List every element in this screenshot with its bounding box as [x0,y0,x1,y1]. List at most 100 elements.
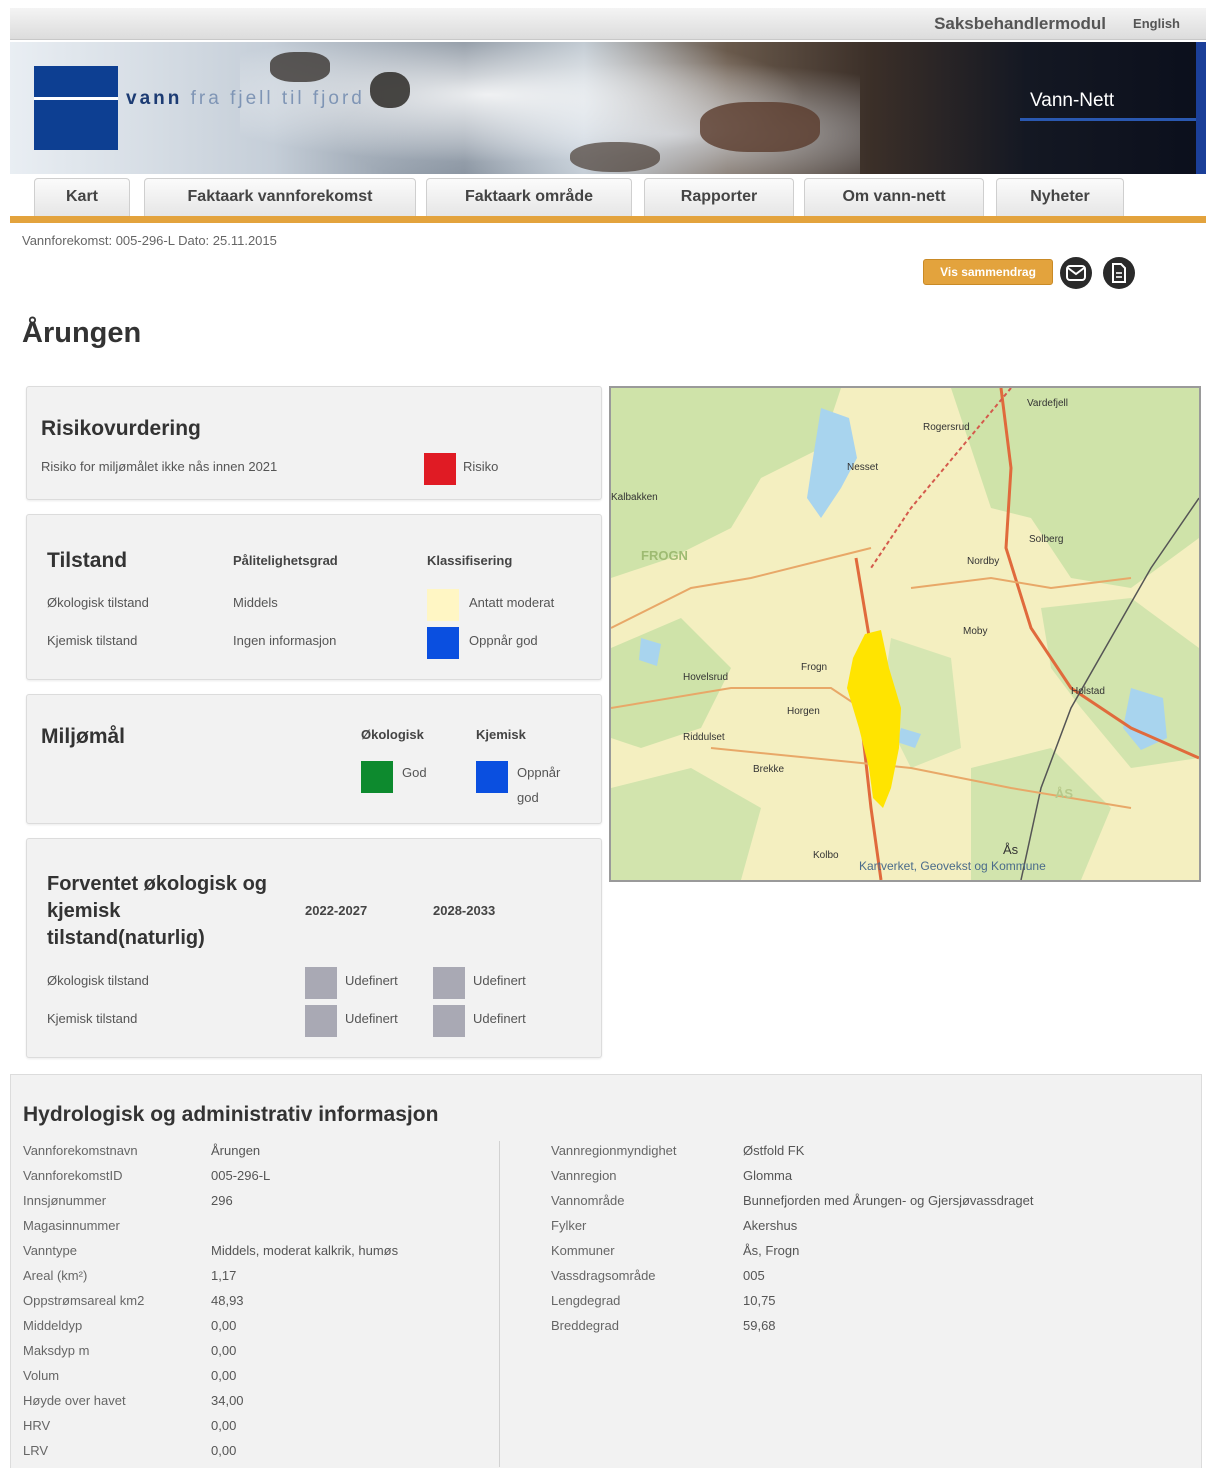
goals-chem-value: Oppnår [517,765,561,780]
goals-panel: Miljømål Økologisk Kjemisk God Oppnår go… [26,694,602,824]
info-label: Breddegrad [551,1318,619,1333]
map-label: Moby [963,626,987,637]
info-label: Vassdragsområde [551,1268,656,1283]
info-value: 34,00 [211,1393,244,1408]
info-value: 0,00 [211,1368,237,1383]
goals-heading: Miljømål [41,725,126,748]
map-label: Hovelsrud [683,672,728,683]
tab-faktaark-vannforekomst[interactable]: Faktaark vannforekomst [144,178,416,216]
expected-swatch [433,967,465,999]
goals-eco-swatch [361,761,393,793]
map-label: FROGN [641,548,688,563]
condition-label: Økologisk tilstand [47,595,149,610]
summary-button[interactable]: Vis sammendrag [923,259,1053,285]
expected-panel: Forventet økologisk og kjemisk tilstand(… [26,838,602,1058]
period-header: 2022-2027 [305,903,368,918]
map-label: Nesset [847,462,878,473]
info-value: 296 [211,1193,233,1208]
info-label: Volum [23,1368,60,1383]
info-value: Bunnefjorden med Årungen- og Gjersjøvass… [743,1193,1034,1208]
info-label: Innsjønummer [23,1193,107,1208]
expected-value: Udefinert [345,973,398,988]
condition-swatch [427,627,459,659]
info-value: Glomma [743,1168,793,1183]
info-label: Vannforekomstnavn [23,1143,138,1158]
info-value: 48,93 [211,1293,244,1308]
case-module-link[interactable]: Saksbehandlermodul [934,14,1106,34]
tab-kart[interactable]: Kart [34,178,130,216]
info-label: Lengdegrad [551,1293,621,1308]
map-label: Brekke [753,764,785,775]
condition-class: Oppnår god [469,633,538,648]
expected-label: Økologisk tilstand [47,973,149,988]
info-value: 0,00 [211,1343,237,1358]
info-label: Middeldyp [23,1318,83,1333]
document-icon[interactable] [1103,257,1135,289]
map-label: ÅS [1055,786,1073,801]
condition-panel: Tilstand Pålitelighetsgrad Klassifiserin… [26,514,602,680]
map-label: Holstad [1071,686,1105,697]
map-label: Ås [1003,842,1019,857]
app-name[interactable]: Vann-Nett [1030,90,1114,112]
expected-heading: kjemisk [47,900,121,922]
map-label: Solberg [1029,534,1063,545]
info-value: 59,68 [743,1318,776,1333]
info-value: Årungen [211,1143,261,1158]
info-value: 0,00 [211,1443,237,1458]
risk-swatch [424,453,456,485]
info-value: Middels, moderat kalkrik, humøs [211,1243,399,1258]
classification-header: Klassifisering [427,553,513,568]
tab-om-vann-nett[interactable]: Om vann-nett [804,178,984,216]
condition-class: Antatt moderat [469,595,555,610]
goals-chem-swatch [476,761,508,793]
risk-value: Risiko [463,459,499,474]
map-label: Nordby [967,556,999,567]
info-heading: Hydrologisk og administrativ informasjon [23,1103,439,1126]
info-label: Areal (km²) [23,1268,88,1283]
expected-heading: Forventet økologisk og [47,873,268,895]
info-label: Oppstrømsareal km2 [23,1293,145,1308]
map-label: Kolbo [813,850,839,861]
main-nav: Kart Faktaark vannforekomst Faktaark omr… [10,174,1206,224]
expected-swatch [433,1005,465,1037]
info-label: Vannområde [551,1193,625,1208]
map-label: Frogn [801,662,827,673]
info-value: Ås, Frogn [743,1243,800,1258]
map-label: Riddulset [683,732,725,743]
map-label: Rogersrud [923,422,970,433]
logo-icon[interactable] [34,66,118,150]
info-value: Østfold FK [743,1143,805,1158]
condition-heading: Tilstand [47,549,128,572]
info-value: 005 [743,1268,765,1283]
expected-swatch [305,1005,337,1037]
info-value: 1,17 [211,1268,237,1283]
goals-chem-header: Kjemisk [476,727,526,742]
expected-heading: tilstand(naturlig) [47,927,205,949]
tab-nyheter[interactable]: Nyheter [996,178,1124,216]
condition-reliability: Middels [233,595,278,610]
info-value: 10,75 [743,1293,776,1308]
info-label: HRV [23,1418,51,1433]
expected-label: Kjemisk tilstand [47,1011,138,1026]
tab-faktaark-omrade[interactable]: Faktaark område [426,178,632,216]
condition-reliability: Ingen informasjon [233,633,337,648]
map-label: Kalbakken [611,492,658,503]
top-bar: Saksbehandlermodul English [10,8,1206,40]
info-label: Høyde over havet [23,1393,126,1408]
expected-value: Udefinert [473,973,526,988]
expected-swatch [305,967,337,999]
language-link[interactable]: English [1133,16,1180,31]
map-label: Horgen [787,706,820,717]
info-label: Magasinnummer [23,1218,120,1233]
risk-panel: Risikovurdering Risiko for miljømålet ik… [26,386,602,500]
risk-text: Risiko for miljømålet ikke nås innen 202… [41,459,278,474]
header-banner: vann fra fjell til fjord Vann-Nett [10,42,1206,174]
expected-value: Udefinert [345,1011,398,1026]
envelope-icon[interactable] [1060,257,1092,289]
map-attribution: Kartverket, Geovekst og Kommune [859,859,1046,873]
info-value: 0,00 [211,1318,237,1333]
map-view[interactable]: FROGN Kalbakken Frogn Hovelsrud Horgen R… [609,386,1201,882]
expected-value: Udefinert [473,1011,526,1026]
tab-rapporter[interactable]: Rapporter [644,178,794,216]
map-label: Vardefjell [1027,398,1068,409]
